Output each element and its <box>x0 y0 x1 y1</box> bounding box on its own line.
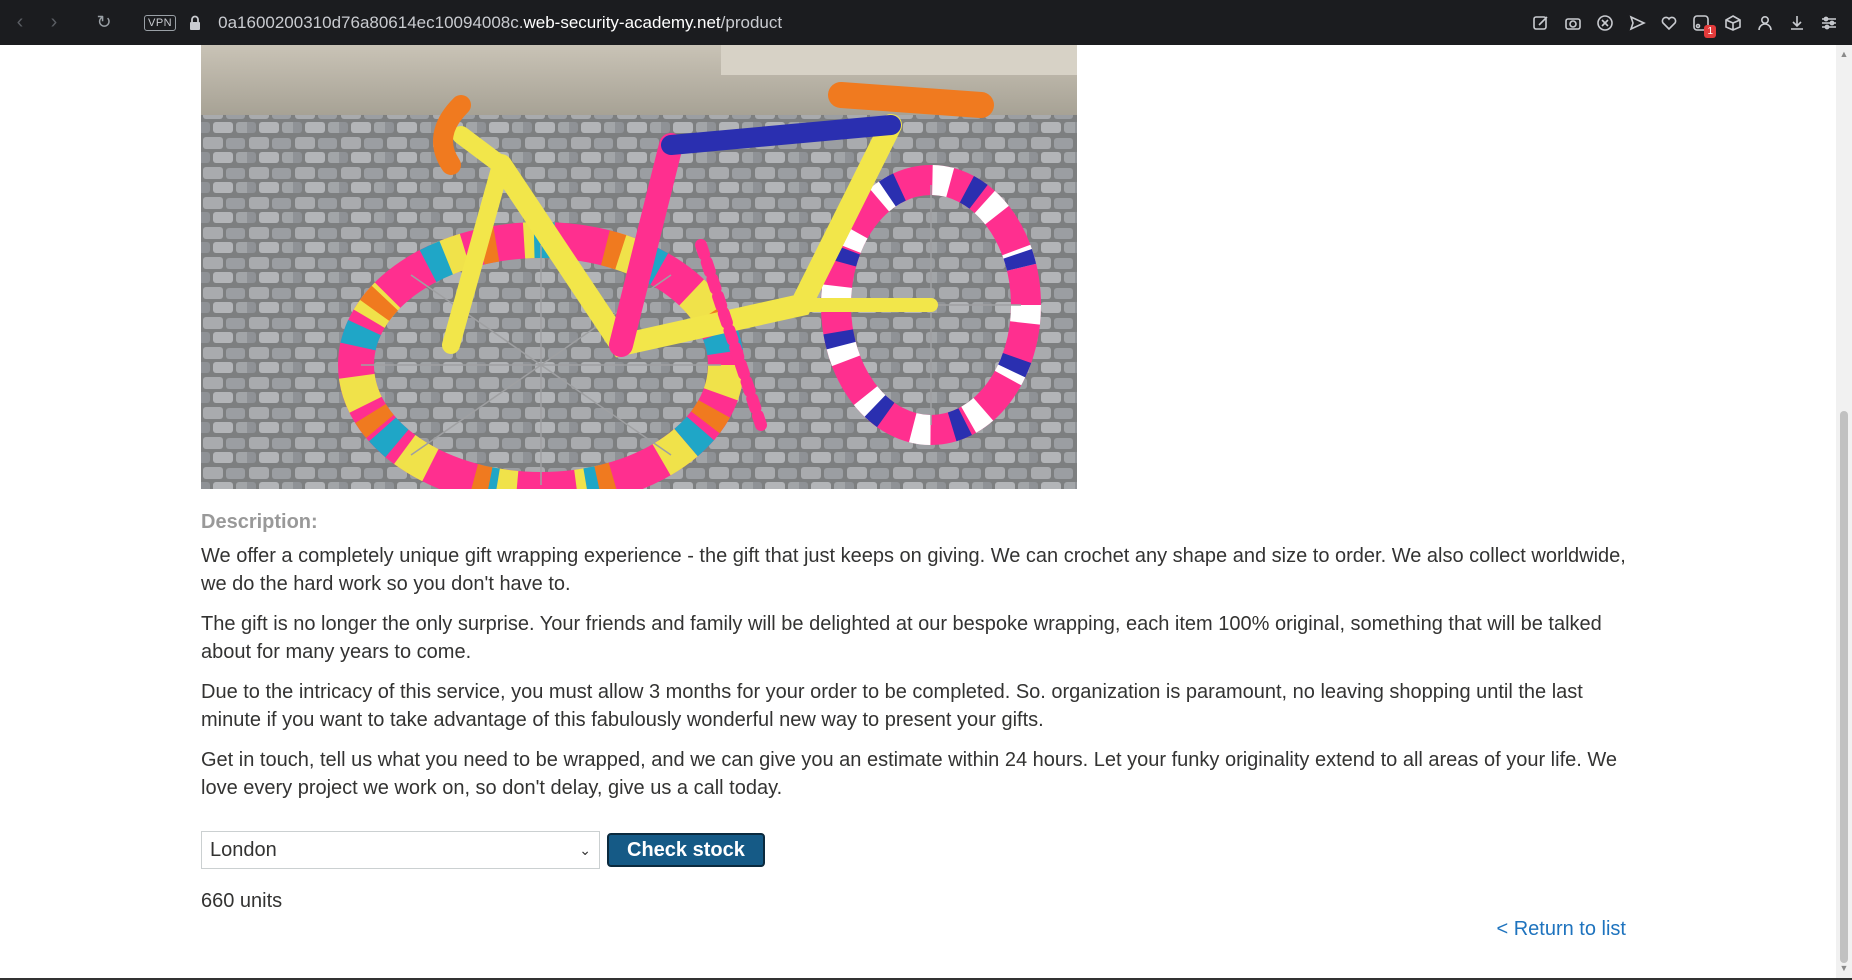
scrollbar[interactable]: ▲ ▼ <box>1836 45 1852 978</box>
page-content: Description: We offer a completely uniqu… <box>0 45 1836 978</box>
description-label: Description: <box>201 511 318 533</box>
address-bar[interactable]: 0a1600200310d76a80614ec10094008c.web-sec… <box>218 13 782 33</box>
back-icon[interactable]: ‹ <box>6 9 34 37</box>
description-paragraph: We offer a completely unique gift wrappi… <box>201 545 1626 595</box>
cube-icon[interactable] <box>1722 12 1744 34</box>
stock-check-form: London ⌄ Check stock <box>201 831 765 869</box>
forward-icon[interactable]: › <box>40 9 68 37</box>
stock-result: 660 units <box>201 890 283 912</box>
download-icon[interactable] <box>1786 12 1808 34</box>
settings-sliders-icon[interactable] <box>1818 12 1840 34</box>
browser-toolbar: ‹ › ↻ VPN 0a1600200310d76a80614ec1009400… <box>0 0 1852 45</box>
notification-badge: 1 <box>1704 24 1716 38</box>
store-select[interactable]: London ⌄ <box>201 831 600 869</box>
url-host: web-security-academy.net <box>523 12 721 32</box>
check-stock-button[interactable]: Check stock <box>607 833 765 867</box>
reload-icon[interactable]: ↻ <box>90 9 118 37</box>
description-paragraph: Get in touch, tell us what you need to b… <box>201 749 1617 799</box>
description-paragraph: The gift is no longer the only surprise.… <box>201 613 1602 663</box>
heart-icon[interactable] <box>1658 12 1680 34</box>
scroll-down-icon[interactable]: ▼ <box>1839 963 1849 973</box>
chevron-down-icon: ⌄ <box>579 841 591 858</box>
url-prefix: 0a1600200310d76a80614ec10094008c. <box>218 12 524 32</box>
scroll-up-icon[interactable]: ▲ <box>1839 49 1849 59</box>
profile-icon[interactable] <box>1754 12 1776 34</box>
return-to-list-link[interactable]: < Return to list <box>1496 918 1626 941</box>
lock-icon[interactable] <box>188 15 202 31</box>
product-image <box>201 45 1077 489</box>
extensions-icon[interactable]: 1 <box>1690 12 1716 38</box>
store-select-value: London <box>210 838 277 861</box>
description-paragraph: Due to the intricacy of this service, yo… <box>201 681 1583 731</box>
camera-icon[interactable] <box>1562 12 1584 34</box>
product-description: Description: We offer a completely uniqu… <box>201 511 1631 814</box>
scroll-thumb[interactable] <box>1840 411 1848 963</box>
send-icon[interactable] <box>1626 12 1648 34</box>
close-circle-icon[interactable] <box>1594 12 1616 34</box>
vpn-badge[interactable]: VPN <box>144 14 177 31</box>
edit-icon[interactable] <box>1530 12 1552 34</box>
url-path: /product <box>720 12 783 32</box>
